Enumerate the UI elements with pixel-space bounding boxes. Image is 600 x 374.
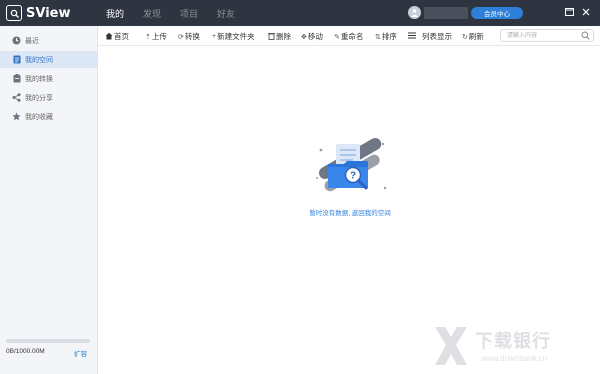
- rename-label: 重命名: [340, 32, 364, 41]
- sidebar: 最近 我的空间 我的转换 我的分享 我的收藏 0B/1000.00M 扩容: [0, 26, 98, 374]
- maximize-icon[interactable]: [563, 6, 575, 18]
- app-name: SView: [26, 5, 71, 21]
- convert-button[interactable]: ⟳ 转换: [178, 31, 200, 42]
- delete-label: 删除: [276, 32, 291, 41]
- sidebar-item-label: 我的转换: [25, 75, 53, 83]
- list-view-button[interactable]: 列表显示: [408, 31, 452, 42]
- sidebar-item-my-space[interactable]: 我的空间: [0, 51, 97, 68]
- clock-icon: [12, 36, 21, 45]
- sort-button[interactable]: ⇅ 排序: [375, 31, 397, 42]
- refresh-button[interactable]: ↻ 刷新: [462, 31, 484, 42]
- home-icon: [105, 32, 113, 42]
- refresh-label: 刷新: [468, 32, 484, 41]
- move-label: 移动: [307, 32, 323, 41]
- nav-projects[interactable]: 项目: [180, 7, 198, 20]
- sidebar-item-my-shares[interactable]: 我的分享: [0, 89, 97, 106]
- storage-usage-text: 0B/1000.00M: [6, 348, 45, 355]
- watermark-cn-text: 下载银行: [475, 331, 551, 352]
- pencil-icon: ✎: [334, 33, 340, 41]
- downbank-watermark: 下载银行 www.downbank.cn: [431, 325, 597, 371]
- document-icon: [12, 55, 21, 64]
- username-redacted: [424, 6, 468, 19]
- empty-folder-illustration: ?: [311, 128, 391, 202]
- list-view-label: 列表显示: [422, 32, 452, 41]
- delete-button[interactable]: 删除: [268, 31, 291, 42]
- watermark-url-text: www.downbank.cn: [481, 354, 548, 363]
- search-box[interactable]: [500, 29, 594, 42]
- logo-icon: [6, 5, 22, 21]
- sort-icon: ⇅: [375, 33, 381, 41]
- sidebar-item-my-conversions[interactable]: 我的转换: [0, 70, 97, 87]
- expand-storage-link[interactable]: 扩容: [74, 348, 87, 358]
- search-input[interactable]: [501, 30, 583, 42]
- upload-button[interactable]: ⇡ 上传: [145, 31, 167, 42]
- empty-state-message[interactable]: 暂时没有数据, 返回我的空间: [300, 207, 400, 217]
- avatar[interactable]: [408, 6, 421, 19]
- sidebar-item-label: 我的分享: [25, 94, 53, 102]
- nav-my[interactable]: 我的: [106, 7, 124, 20]
- search-icon[interactable]: [581, 31, 590, 42]
- app-logo: SView: [6, 5, 70, 21]
- convert-label: 转换: [184, 32, 200, 41]
- upload-label: 上传: [151, 32, 167, 41]
- share-icon: [12, 93, 21, 102]
- trash-icon: [268, 32, 275, 42]
- new-folder-button[interactable]: + 新建文件夹: [212, 31, 255, 42]
- sidebar-item-favorites[interactable]: 我的收藏: [0, 108, 97, 125]
- user-info[interactable]: [408, 6, 468, 19]
- storage-progress-bar: [6, 339, 90, 343]
- sidebar-item-label: 我的空间: [25, 56, 53, 64]
- svg-text:?: ?: [350, 171, 356, 182]
- toolbar: 首页 ⇡ 上传 ⟳ 转换 + 新建文件夹 删除 ✥ 移动 ✎ 重命名 ⇅ 排序 …: [98, 26, 600, 46]
- close-icon[interactable]: [580, 6, 592, 18]
- convert-icon: ⟳: [178, 33, 184, 41]
- new-folder-label: 新建文件夹: [217, 32, 255, 41]
- list-icon: [408, 32, 416, 41]
- vip-center-button[interactable]: 会员中心: [471, 7, 523, 19]
- sidebar-item-recent[interactable]: 最近: [0, 32, 97, 49]
- plus-icon: +: [212, 33, 217, 40]
- title-bar: SView 我的 发现 项目 好友 会员中心: [0, 0, 600, 26]
- rename-button[interactable]: ✎ 重命名: [334, 31, 363, 42]
- sort-label: 排序: [381, 32, 397, 41]
- nav-discover[interactable]: 发现: [143, 7, 161, 20]
- refresh-icon: ↻: [462, 33, 468, 41]
- nav-friends[interactable]: 好友: [217, 7, 235, 20]
- move-icon: ✥: [301, 33, 307, 41]
- upload-icon: ⇡: [145, 33, 151, 41]
- star-icon: [12, 112, 21, 121]
- clipboard-icon: [12, 74, 21, 83]
- watermark-logo-icon: [435, 327, 467, 365]
- move-button[interactable]: ✥ 移动: [301, 31, 323, 42]
- home-button[interactable]: 首页: [105, 31, 129, 42]
- home-label: 首页: [114, 32, 129, 41]
- sidebar-item-label: 最近: [25, 37, 39, 45]
- top-nav: 我的 发现 项目 好友: [106, 7, 254, 20]
- sidebar-item-label: 我的收藏: [25, 113, 53, 121]
